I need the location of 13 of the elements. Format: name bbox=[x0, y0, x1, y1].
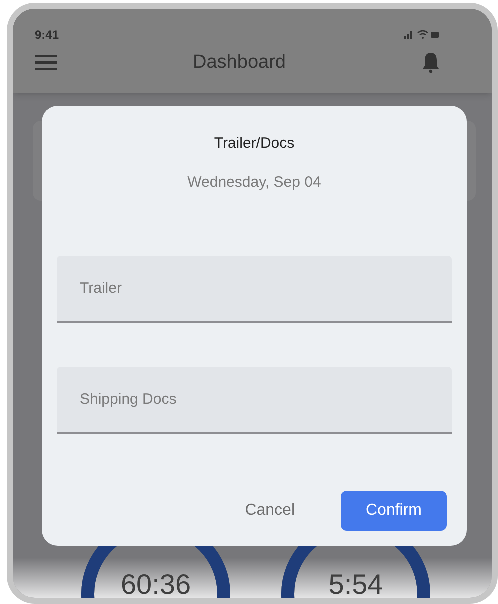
timer-reading: 60:36 bbox=[120, 569, 192, 598]
dialog-date: Wednesday, Sep 04 bbox=[188, 172, 322, 192]
menu-icon[interactable] bbox=[35, 55, 57, 71]
dialog-title: Trailer/Docs bbox=[214, 134, 295, 154]
cancel-button[interactable]: Cancel bbox=[245, 499, 295, 523]
confirm-button[interactable]: Confirm bbox=[341, 491, 447, 531]
input-field[interactable]: Shipping Docs bbox=[57, 367, 452, 434]
screen-title: Dashboard bbox=[193, 50, 286, 75]
status-icons bbox=[404, 30, 440, 40]
input-field[interactable]: Trailer bbox=[57, 256, 452, 323]
timer-reading: 5:54 bbox=[328, 569, 384, 598]
status-time: 9:41 bbox=[35, 26, 60, 44]
bell-icon[interactable] bbox=[422, 52, 440, 74]
